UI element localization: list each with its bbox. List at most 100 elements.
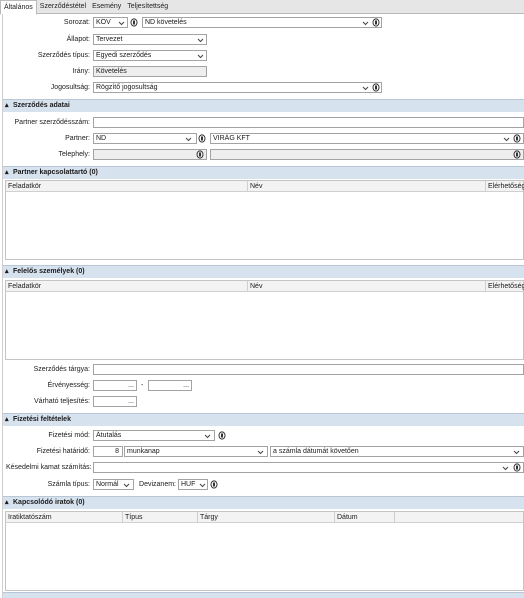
collapse-chevron-icon: ▴	[5, 102, 9, 109]
tab-szerzodestetel[interactable]: Szerződéstétel	[37, 0, 89, 14]
chevron-down-icon	[257, 448, 264, 456]
responsible-grid[interactable]: Feladatkör Név Elérhetőség	[5, 280, 524, 360]
lookup-icon[interactable]	[513, 150, 521, 159]
tab-altalanos[interactable]: Általános	[0, 0, 37, 15]
grid-header: Feladatkör Név Elérhetőség	[6, 281, 524, 292]
fizetesi-mod-select[interactable]: Átutalás	[93, 430, 215, 441]
hatarido-basis-select[interactable]: a számla dátumát követően	[270, 446, 524, 457]
szamla-tipus-select[interactable]: Normál	[93, 479, 134, 490]
section-szerzodes-adatai[interactable]: ▴ Szerződés adatai	[3, 99, 524, 112]
lookup-icon[interactable]	[210, 480, 218, 489]
telephely-label: Telephely:	[58, 151, 90, 158]
ervenyesseg-to-date[interactable]: ...	[148, 380, 192, 391]
lookup-icon[interactable]	[218, 431, 226, 440]
chevron-down-icon	[513, 448, 520, 456]
column-header[interactable]: Típus	[123, 512, 198, 523]
fizetesi-hatarido-label: Fizetési határidő:	[36, 448, 90, 455]
devizanem-value: HUF	[181, 481, 196, 488]
targy-input[interactable]	[93, 364, 524, 375]
fizetesi-mod-label: Fizetési mód:	[48, 432, 90, 439]
section-title: Felelős személyek (0)	[13, 268, 85, 275]
section-fizetesi-feltetelek[interactable]: ▴ Fizetési feltételek	[3, 413, 524, 426]
devizanem-label: Devizanem:	[139, 481, 176, 488]
grid-header: Feladatkör Név Elérhetőség	[6, 181, 524, 192]
kesedelmi-kamat-label: Késedelmi kamat számítás:	[6, 464, 92, 471]
section-felelos-szemelyek[interactable]: ▴ Felelős személyek (0)	[3, 265, 524, 278]
chevron-down-icon	[362, 19, 369, 27]
next-section-header[interactable]	[3, 592, 524, 598]
chevron-down-icon	[185, 135, 192, 143]
lookup-icon[interactable]	[372, 18, 380, 27]
telephely-code-field[interactable]	[93, 149, 207, 160]
tipus-select[interactable]: Egyedi szerződés	[93, 50, 207, 61]
column-header[interactable]: Elérhetőség	[486, 281, 524, 292]
collapse-chevron-icon: ▴	[5, 169, 9, 176]
devizanem-select[interactable]: HUF	[178, 479, 208, 490]
varhato-teljesites-label: Várható teljesítés:	[33, 398, 90, 405]
partner-label: Partner:	[65, 135, 90, 142]
sorozat-name-value: ND követelés	[145, 19, 187, 26]
targy-label: Szerződés tárgya:	[33, 366, 90, 373]
column-header[interactable]: Név	[248, 181, 486, 192]
chevron-down-icon	[503, 135, 510, 143]
section-kapcsolodo-iratok[interactable]: ▴ Kapcsolódó iratok (0)	[3, 496, 524, 509]
partner-code-select[interactable]: ND	[93, 133, 197, 144]
chevron-down-icon	[362, 84, 369, 92]
irany-label: Irány:	[72, 68, 90, 75]
partner-name-select[interactable]: VIRÁG KFT	[210, 133, 524, 144]
tipus-value: Egyedi szerződés	[96, 52, 152, 59]
jogosultsag-value: Rögzítő jogosultság	[96, 84, 158, 91]
date-separator: -	[141, 382, 144, 389]
varhato-teljesites-date[interactable]: ...	[93, 396, 137, 407]
jogosultsag-select[interactable]: Rögzítő jogosultság	[93, 82, 382, 93]
section-title: Fizetési feltételek	[13, 416, 71, 423]
partner-szerzodesszam-label: Partner szerződésszám:	[14, 119, 90, 126]
grid-header: Iratiktatószám Típus Tárgy Dátum	[6, 512, 523, 523]
hatarido-basis-value: a számla dátumát követően	[273, 448, 359, 455]
irany-field: Követelés	[93, 66, 207, 77]
section-partner-kapcsolattarto[interactable]: ▴ Partner kapcsolattartó (0)	[3, 166, 524, 179]
sorozat-code-value: KÖV	[96, 19, 111, 26]
lookup-icon[interactable]	[513, 463, 521, 472]
lookup-icon[interactable]	[130, 18, 138, 27]
allapot-select[interactable]: Tervezet	[93, 34, 207, 45]
chevron-down-icon	[197, 36, 204, 44]
collapse-chevron-icon: ▴	[5, 268, 9, 275]
chevron-down-icon	[204, 432, 211, 440]
sorozat-label: Sorozat:	[63, 19, 90, 26]
column-header[interactable]: Elérhetőség	[486, 181, 524, 192]
lookup-icon[interactable]	[513, 134, 521, 143]
section-title: Szerződés adatai	[13, 102, 70, 109]
partner-code-value: ND	[96, 135, 107, 142]
telephely-name-field[interactable]	[210, 149, 524, 160]
column-header[interactable]: Feladatkör	[6, 281, 248, 292]
related-docs-grid[interactable]: Iratiktatószám Típus Tárgy Dátum	[5, 511, 524, 591]
lookup-icon[interactable]	[198, 134, 206, 143]
chevron-down-icon	[123, 481, 130, 489]
lookup-icon[interactable]	[196, 150, 204, 159]
ervenyesseg-from-date[interactable]: ...	[93, 380, 137, 391]
tab-bar: Általános Szerződéstétel Esemény Teljesí…	[0, 0, 524, 15]
column-header[interactable]: Tárgy	[198, 512, 335, 523]
allapot-value: Tervezet	[96, 36, 123, 43]
sorozat-name-select[interactable]: ND követelés	[142, 17, 382, 28]
hatarido-unit-select[interactable]: munkanap	[124, 446, 268, 457]
partner-contacts-grid[interactable]: Feladatkör Név Elérhetőség	[5, 180, 524, 260]
column-header[interactable]: Név	[248, 281, 486, 292]
chevron-down-icon	[502, 464, 509, 472]
sorozat-code-select[interactable]: KÖV	[93, 17, 128, 28]
allapot-label: Állapot:	[66, 36, 90, 43]
tab-teljesitettseg[interactable]: Teljesítettség	[124, 0, 171, 14]
tab-esemeny[interactable]: Esemény	[89, 0, 124, 14]
column-header[interactable]: Iratiktatószám	[6, 512, 123, 523]
lookup-icon[interactable]	[372, 83, 380, 92]
szamla-tipus-value: Normál	[96, 481, 119, 488]
column-header[interactable]: Dátum	[335, 512, 395, 523]
kesedelmi-kamat-select[interactable]	[93, 462, 524, 473]
column-header[interactable]: Feladatkör	[6, 181, 248, 192]
jogosultsag-label: Jogosultság:	[50, 84, 90, 91]
partner-szerzodesszam-input[interactable]	[93, 117, 524, 128]
hatarido-days-input[interactable]: 8	[93, 446, 123, 457]
ervenyesseg-label: Érvényesség:	[47, 382, 90, 389]
section-title: Kapcsolódó iratok (0)	[13, 499, 85, 506]
